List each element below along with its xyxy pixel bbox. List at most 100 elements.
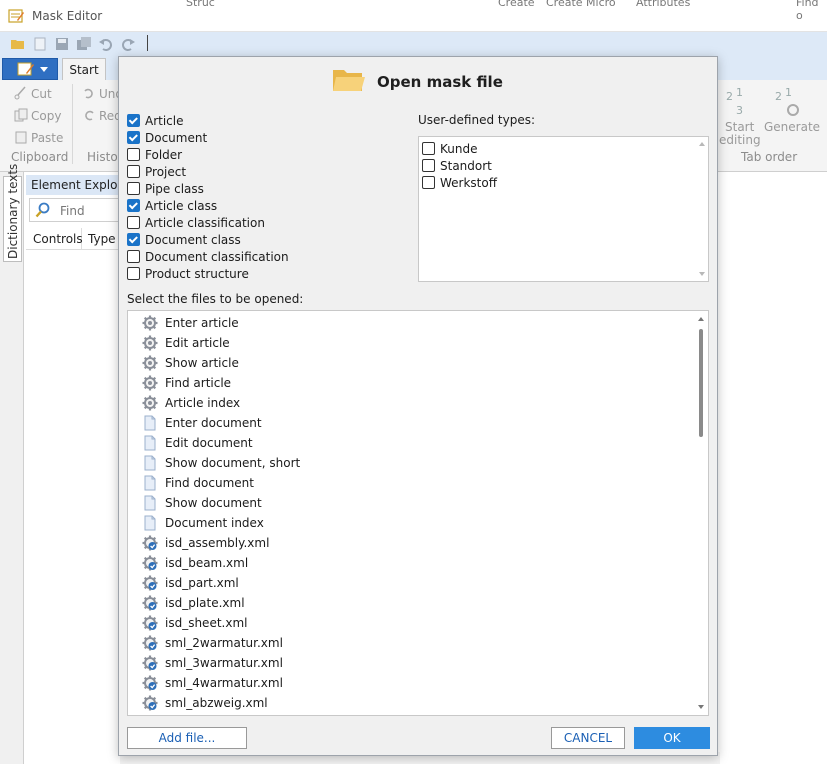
scroll-up-arrow[interactable] bbox=[699, 142, 705, 146]
checkbox[interactable] bbox=[422, 142, 435, 155]
file-list-item[interactable]: isd_assembly.xml bbox=[142, 533, 300, 553]
checkbox[interactable] bbox=[127, 233, 140, 246]
type-checkbox-pipe-class[interactable]: Pipe class bbox=[127, 180, 407, 197]
file-list-item[interactable]: Document index bbox=[142, 513, 300, 533]
document-icon bbox=[142, 455, 158, 471]
udt-checkbox-kunde[interactable]: Kunde bbox=[422, 140, 497, 157]
checkbox[interactable] bbox=[422, 176, 435, 189]
file-label: Edit document bbox=[165, 436, 253, 450]
generate-button[interactable]: Generate bbox=[764, 120, 820, 134]
file-list-item[interactable]: isd_sheet.xml bbox=[142, 613, 300, 633]
type-checkbox-document-class[interactable]: Document class bbox=[127, 231, 407, 248]
paste-button[interactable]: Paste bbox=[31, 131, 63, 145]
checkbox[interactable] bbox=[127, 199, 140, 212]
xml-gear-icon bbox=[142, 635, 158, 651]
file-list-item[interactable]: Find document bbox=[142, 473, 300, 493]
application-menu-button[interactable] bbox=[2, 58, 58, 80]
checkbox-label: Document classification bbox=[145, 249, 289, 264]
start-editing-button[interactable]: Start bbox=[725, 120, 754, 134]
open-mask-file-dialog: Open mask file Article Document Folder P… bbox=[118, 56, 718, 756]
file-list-item[interactable]: Show document, short bbox=[142, 453, 300, 473]
xml-gear-icon bbox=[142, 655, 158, 671]
scroll-up-arrow[interactable] bbox=[698, 317, 704, 321]
scroll-thumb[interactable] bbox=[699, 329, 703, 437]
scroll-down-arrow[interactable] bbox=[698, 705, 704, 709]
cancel-button[interactable]: CANCEL bbox=[551, 727, 625, 749]
checkbox[interactable] bbox=[127, 148, 140, 161]
checkbox[interactable] bbox=[127, 250, 140, 263]
file-list-item[interactable]: Edit document bbox=[142, 433, 300, 453]
editor-canvas bbox=[718, 172, 827, 764]
file-list-item[interactable]: Find article bbox=[142, 373, 300, 393]
file-list-item[interactable]: sml_4warmatur.xml bbox=[142, 673, 300, 693]
type-checkbox-article[interactable]: Article bbox=[127, 112, 407, 129]
explorer-search-input[interactable]: Find bbox=[29, 198, 122, 222]
type-checkbox-folder[interactable]: Folder bbox=[127, 146, 407, 163]
save-all-icon[interactable] bbox=[76, 36, 92, 52]
file-label: Document index bbox=[165, 516, 264, 530]
new-file-icon[interactable] bbox=[32, 36, 48, 52]
search-icon bbox=[35, 202, 50, 218]
file-list-item[interactable]: Enter article bbox=[142, 313, 300, 333]
type-checkbox-product-structure[interactable]: Product structure bbox=[127, 265, 407, 282]
xml-gear-icon bbox=[142, 675, 158, 691]
column-controls[interactable]: Controls bbox=[28, 228, 83, 250]
cut-button[interactable]: Cut bbox=[31, 87, 52, 101]
type-checkbox-article-class[interactable]: Article class bbox=[127, 197, 407, 214]
add-file-button[interactable]: Add file... bbox=[127, 727, 247, 749]
file-list: Enter article Edit article Show article Fin… bbox=[142, 313, 300, 713]
copy-button[interactable]: Copy bbox=[31, 109, 61, 123]
checkbox-label: Kunde bbox=[440, 141, 478, 156]
type-checkbox-document-classification[interactable]: Document classification bbox=[127, 248, 407, 265]
checkbox[interactable] bbox=[127, 182, 140, 195]
file-label: isd_plate.xml bbox=[165, 596, 245, 610]
document-icon bbox=[142, 415, 158, 431]
redo-icon[interactable] bbox=[120, 36, 136, 52]
udt-checkbox-werkstoff[interactable]: Werkstoff bbox=[422, 174, 497, 191]
file-list-item[interactable]: Enter document bbox=[142, 413, 300, 433]
svg-text:1: 1 bbox=[785, 88, 792, 99]
checkbox[interactable] bbox=[127, 114, 140, 127]
bg-tab-label: Find o bbox=[796, 0, 819, 22]
group-separator bbox=[72, 84, 73, 164]
file-list-item[interactable]: isd_part.xml bbox=[142, 573, 300, 593]
file-list-item[interactable]: Edit article bbox=[142, 333, 300, 353]
file-list-item[interactable]: sml_abzweig.xml bbox=[142, 693, 300, 713]
generate-icon: 21 bbox=[775, 88, 799, 116]
type-checkbox-project[interactable]: Project bbox=[127, 163, 407, 180]
checkbox[interactable] bbox=[127, 131, 140, 144]
file-list-item[interactable]: Article index bbox=[142, 393, 300, 413]
xml-gear-icon bbox=[142, 535, 158, 551]
udt-scrollbar[interactable] bbox=[696, 137, 708, 281]
file-label: Article index bbox=[165, 396, 241, 410]
checkbox[interactable] bbox=[422, 159, 435, 172]
undo-icon[interactable] bbox=[98, 36, 114, 52]
checkbox-label: Article classification bbox=[145, 215, 265, 230]
checkbox-label: Product structure bbox=[145, 266, 249, 281]
scroll-down-arrow[interactable] bbox=[699, 272, 705, 276]
xml-gear-icon bbox=[142, 695, 158, 711]
file-list-scrollbar[interactable] bbox=[694, 311, 708, 715]
ok-button[interactable]: OK bbox=[634, 727, 710, 749]
mask-editor-app-icon bbox=[8, 9, 24, 23]
file-list-item[interactable]: isd_beam.xml bbox=[142, 553, 300, 573]
file-list-item[interactable]: Show document bbox=[142, 493, 300, 513]
file-list-item[interactable]: isd_plate.xml bbox=[142, 593, 300, 613]
checkbox[interactable] bbox=[127, 165, 140, 178]
open-folder-icon[interactable] bbox=[10, 36, 26, 52]
tab-start[interactable]: Start bbox=[62, 58, 106, 80]
file-label: Enter article bbox=[165, 316, 239, 330]
type-checkbox-article-classification[interactable]: Article classification bbox=[127, 214, 407, 231]
file-list-item[interactable]: Show article bbox=[142, 353, 300, 373]
file-list-item[interactable]: sml_3warmatur.xml bbox=[142, 653, 300, 673]
svg-text:3: 3 bbox=[736, 104, 743, 117]
checkbox[interactable] bbox=[127, 267, 140, 280]
column-type[interactable]: Type bbox=[83, 228, 123, 250]
checkbox[interactable] bbox=[127, 216, 140, 229]
file-list-item[interactable]: sml_2warmatur.xml bbox=[142, 633, 300, 653]
udt-checkbox-standort[interactable]: Standort bbox=[422, 157, 497, 174]
paste-icon bbox=[15, 131, 27, 144]
save-icon[interactable] bbox=[54, 36, 70, 52]
dictionary-texts-tab[interactable]: Dictionary texts bbox=[3, 164, 22, 262]
type-checkbox-document[interactable]: Document bbox=[127, 129, 407, 146]
